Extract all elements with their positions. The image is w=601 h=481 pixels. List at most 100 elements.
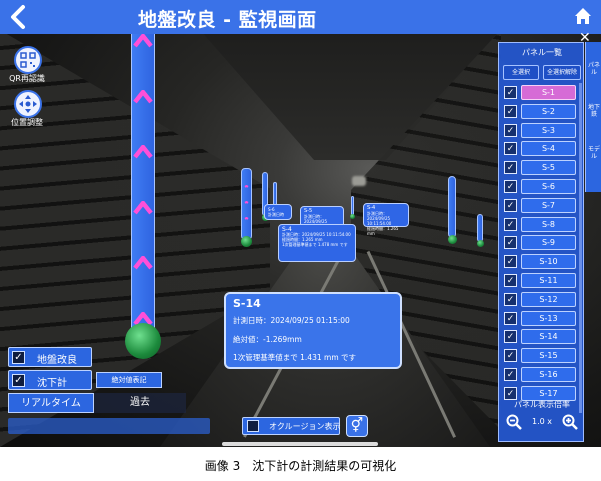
panel-scrollbar[interactable]	[579, 83, 582, 413]
mini-box-line: 経過時間：1.265 mm	[367, 226, 399, 236]
mini-info-box[interactable]: S-6 計測日時	[264, 204, 292, 220]
panel-item-checkbox[interactable]: ✓	[504, 198, 517, 212]
panel-item-label[interactable]: S-6	[521, 178, 576, 194]
tab-subway[interactable]: 地下鉄	[588, 104, 600, 118]
panel-item-checkbox[interactable]: ✓	[504, 236, 517, 250]
panel-item-checkbox[interactable]: ✓	[504, 292, 517, 306]
mini-box-line: 1次管理基準値まで 1.478 mm です	[282, 242, 348, 247]
panel-item-label[interactable]: S-4	[521, 141, 576, 157]
settlement-gauge-checkbox[interactable]: ✓	[12, 374, 25, 387]
panel-item-checkbox[interactable]: ✓	[504, 330, 517, 344]
panel-item-checkbox[interactable]: ✓	[504, 311, 517, 325]
settlement-gauge-pole[interactable]	[477, 214, 483, 242]
panel-item-label[interactable]: S-16	[521, 366, 576, 382]
occlusion-toggle[interactable]: オクルージョン表示	[242, 417, 340, 435]
time-slider[interactable]	[8, 418, 210, 434]
panel-list-item[interactable]: ✓ S-4	[502, 139, 578, 158]
zoom-title: パネル表示倍率	[514, 400, 570, 409]
gender-symbol-icon[interactable]: ⚥	[346, 415, 368, 437]
gauge-base-sphere	[476, 239, 484, 247]
chevron-left-icon[interactable]	[8, 3, 34, 31]
panel-item-label[interactable]: S-2	[521, 103, 576, 119]
absolute-value: 絶対値：-1.269mm	[233, 335, 302, 344]
panel-item-label[interactable]: S-3	[521, 122, 576, 138]
chevron-up-icon	[244, 201, 249, 204]
panel-list-item[interactable]: ✓ S-1	[502, 83, 578, 102]
settlement-info-box[interactable]: S-14 計測日時：2024/09/25 01:15:00 絶対値：-1.269…	[224, 292, 402, 369]
panel-item-checkbox[interactable]: ✓	[504, 104, 517, 118]
panel-list-item[interactable]: ✓ S-8	[502, 215, 578, 234]
panel-item-checkbox[interactable]: ✓	[504, 386, 517, 400]
tab-model[interactable]: モデル	[588, 146, 600, 160]
chevron-up-icon	[133, 200, 153, 215]
panel-item-label[interactable]: S-15	[521, 348, 576, 364]
panel-list-item[interactable]: ✓ S-16	[502, 365, 578, 384]
panel-item-checkbox[interactable]: ✓	[504, 142, 517, 156]
panel-list-item[interactable]: ✓ S-13	[502, 309, 578, 328]
tab-panel[interactable]: パネル	[588, 62, 600, 76]
home-icon[interactable]	[573, 6, 593, 26]
select-all-button[interactable]: 全選択	[503, 65, 539, 80]
zoom-out-icon[interactable]	[505, 413, 523, 431]
occlusion-checkbox[interactable]	[247, 420, 259, 432]
ground-improvement-toggle[interactable]: ✓ 地盤改良	[8, 347, 92, 367]
settlement-gauge-pole[interactable]	[448, 176, 456, 238]
panel-item-label[interactable]: S-10	[521, 254, 576, 270]
panel-item-checkbox[interactable]: ✓	[504, 255, 517, 269]
measurement-datetime: 計測日時：2024/09/25 01:15:00	[233, 316, 350, 325]
panel-list-item[interactable]: ✓ S-10	[502, 252, 578, 271]
panel-item-label[interactable]: S-12	[521, 291, 576, 307]
panel-item-checkbox[interactable]: ✓	[504, 86, 517, 99]
mini-info-box[interactable]: S-4 計測日時：2024/09/25 10:11:54.00 経過時間：1.2…	[363, 203, 409, 236]
deselect-all-button[interactable]: 全選択解除	[543, 65, 581, 80]
chevron-up-icon	[244, 185, 249, 188]
panel-list-item[interactable]: ✓ S-2	[502, 102, 578, 121]
panel-item-label[interactable]: S-11	[521, 272, 576, 288]
settlement-gauge-pole[interactable]	[351, 196, 354, 216]
settlement-gauge-label: 沈下計	[37, 378, 67, 389]
panel-list-item[interactable]: ✓ S-3	[502, 121, 578, 140]
realtime-tab[interactable]: リアルタイム	[8, 393, 94, 413]
ground-improvement-checkbox[interactable]: ✓	[12, 351, 25, 364]
mini-info-box[interactable]: S-4 計測日時：2024/09/25 10:11:54.00 経過時間：1.2…	[278, 224, 356, 262]
panel-list-item[interactable]: ✓ S-15	[502, 346, 578, 365]
position-adjust-button[interactable]	[14, 90, 42, 118]
panel-item-label[interactable]: S-9	[521, 235, 576, 251]
panel-item-label[interactable]: S-8	[521, 216, 576, 232]
position-adjust-label: 位置調整	[11, 118, 43, 127]
chevron-up-icon	[133, 256, 153, 270]
panel-item-checkbox[interactable]: ✓	[504, 367, 517, 381]
mini-box-line: 計測日時	[268, 212, 284, 217]
panel-list-title: パネル一覧	[522, 48, 562, 57]
settlement-gauge-toggle[interactable]: ✓ 沈下計	[8, 370, 92, 390]
qr-rescan-button[interactable]	[14, 46, 42, 74]
panel-list-item[interactable]: ✓ S-5	[502, 158, 578, 177]
panel-item-label[interactable]: S-7	[521, 197, 576, 213]
panel-list-item[interactable]: ✓ S-11	[502, 271, 578, 290]
tunnel-light	[352, 176, 366, 186]
panel-item-label[interactable]: S-13	[521, 310, 576, 326]
panel-item-label[interactable]: S-5	[521, 160, 576, 176]
panel-item-checkbox[interactable]: ✓	[504, 217, 517, 231]
past-tab[interactable]: 過去	[94, 393, 186, 413]
chevron-up-icon	[133, 89, 153, 103]
panel-item-label[interactable]: S-1	[521, 85, 576, 100]
panel-item-checkbox[interactable]: ✓	[504, 161, 517, 175]
panel-list-item[interactable]: ✓ S-7	[502, 196, 578, 215]
panel-item-checkbox[interactable]: ✓	[504, 349, 517, 363]
figure-caption: 画像 3 沈下計の計測結果の可視化	[204, 459, 397, 473]
mini-box-line: 計測日時：2024/09/25	[304, 214, 328, 224]
settlement-gauge-pole[interactable]	[131, 18, 155, 336]
panel-list-item[interactable]: ✓ S-14	[502, 327, 578, 346]
panel-item-checkbox[interactable]: ✓	[504, 273, 517, 287]
panel-item-checkbox[interactable]: ✓	[504, 123, 517, 137]
panel-list-item[interactable]: ✓ S-6	[502, 177, 578, 196]
panel-list: パネル一覧 全選択 全選択解除 ✓ S-1 ✓ S-2 ✓ S-3 ✓ S-4 ✓ S-5 ✓ S-6…	[498, 42, 584, 442]
remaining-to-threshold: 1次管理基準値まで 1.431 mm です	[233, 353, 357, 362]
panel-list-item[interactable]: ✓ S-12	[502, 290, 578, 309]
panel-item-label[interactable]: S-14	[521, 329, 576, 345]
panel-item-checkbox[interactable]: ✓	[504, 179, 517, 193]
zoom-in-icon[interactable]	[561, 413, 579, 431]
panel-list-item[interactable]: ✓ S-9	[502, 233, 578, 252]
absolute-notation-button[interactable]: 絶対値表記	[96, 372, 162, 388]
